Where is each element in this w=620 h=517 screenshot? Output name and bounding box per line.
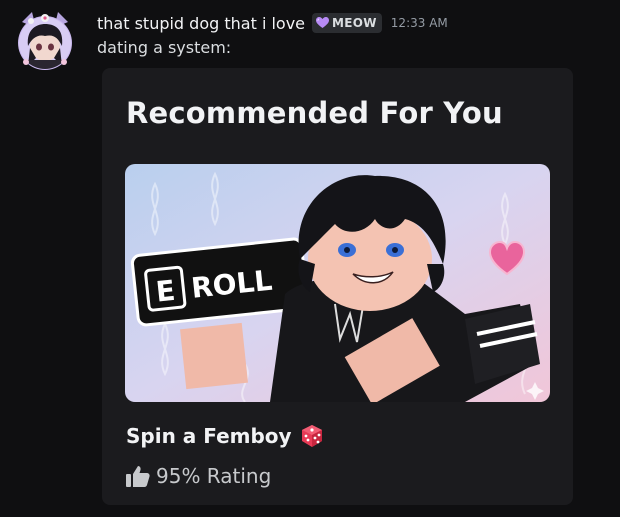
server-tag-label: MEOW (332, 16, 377, 30)
purple-heart-icon (316, 14, 330, 33)
avatar[interactable] (14, 10, 76, 72)
username[interactable]: that stupid dog that i love (97, 14, 305, 33)
game-rating: 95% Rating (126, 464, 271, 488)
message-header: that stupid dog that i love MEOW 12:33 A… (97, 11, 448, 35)
game-title[interactable]: Spin a Femboy (126, 424, 324, 448)
dice-icon (300, 424, 324, 448)
message-text: dating a system: (97, 38, 232, 57)
game-embed-card[interactable]: Recommended For You E ROLL Spin a Femboy… (102, 68, 573, 505)
server-tag[interactable]: MEOW (312, 13, 382, 33)
thumbnail-key-label: E (154, 274, 176, 309)
thumbs-up-icon (126, 465, 150, 487)
rating-text: 95% Rating (156, 464, 272, 488)
timestamp: 12:33 AM (390, 16, 448, 30)
game-title-text: Spin a Femboy (126, 424, 292, 448)
embed-title: Recommended For You (126, 96, 503, 130)
game-thumbnail[interactable]: E ROLL (125, 164, 550, 402)
